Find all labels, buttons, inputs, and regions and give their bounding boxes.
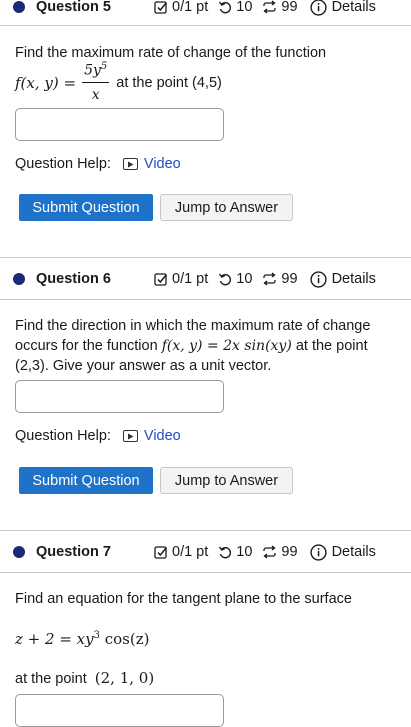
point-value: (2, 1, 0) xyxy=(94,669,155,687)
answer-input[interactable] xyxy=(15,108,224,141)
question-meta: 0/1 pt 10 99 Details xyxy=(154,0,376,16)
divider xyxy=(0,572,411,573)
submissions-indicator: 99 xyxy=(262,0,298,15)
fraction-denominator: x xyxy=(91,86,100,103)
question-title: Question 6 xyxy=(36,271,111,287)
question-status-dot xyxy=(13,1,25,13)
tries-text: 10 xyxy=(236,544,253,560)
submissions-text: 99 xyxy=(281,271,298,287)
help-label: Question Help: xyxy=(15,156,111,172)
surface-equation: z + 2 = xy3 cos(z) xyxy=(15,626,399,650)
divider xyxy=(0,530,411,531)
video-label: Video xyxy=(143,428,181,444)
points-text: 0/1 pt xyxy=(172,544,209,560)
details-link[interactable]: Details xyxy=(309,0,376,16)
tries-indicator: 10 xyxy=(218,0,252,15)
video-link[interactable]: Video xyxy=(122,428,181,444)
numerator-exponent: 5 xyxy=(100,61,108,73)
question-help: Question Help: Video xyxy=(15,428,181,444)
video-link[interactable]: Video xyxy=(122,156,181,172)
info-icon xyxy=(309,270,327,288)
checkbox-icon xyxy=(154,273,168,286)
question-title: Question 7 xyxy=(36,544,111,560)
question-status-dot xyxy=(13,546,25,558)
point-text: at the point (4,5) xyxy=(116,75,222,91)
tries-indicator: 10 xyxy=(218,271,252,287)
info-icon xyxy=(309,0,327,16)
function-label: f(x, y) = xyxy=(15,74,77,92)
retry-icon xyxy=(263,0,277,14)
question-5-header: Question 5 0/1 pt 10 99 Details xyxy=(0,0,411,24)
details-link[interactable]: Details xyxy=(309,270,376,288)
equation-cos: cos(z) xyxy=(99,630,150,648)
point-line: at the point (2, 1, 0) xyxy=(15,668,399,689)
play-icon xyxy=(122,430,138,442)
details-label: Details xyxy=(331,0,376,15)
submissions-text: 99 xyxy=(281,0,298,15)
question-status-dot xyxy=(13,273,25,285)
submissions-text: 99 xyxy=(281,544,298,560)
numerator-text: 5y xyxy=(84,62,101,79)
help-label: Question Help: xyxy=(15,428,111,444)
details-label: Details xyxy=(331,544,376,560)
question-text: Find the direction in which the maximum … xyxy=(15,316,399,376)
submit-question-button[interactable]: Submit Question xyxy=(19,467,153,494)
question-6-header: Question 6 0/1 pt 10 99 Details xyxy=(0,262,411,296)
fraction: 5y5 x xyxy=(82,57,110,105)
divider xyxy=(0,299,411,300)
answer-input[interactable] xyxy=(15,380,224,413)
jump-to-answer-button[interactable]: Jump to Answer xyxy=(160,194,293,221)
question-text: Find an equation for the tangent plane t… xyxy=(15,591,352,607)
undo-icon xyxy=(219,1,232,14)
points-indicator: 0/1 pt xyxy=(154,544,208,560)
tries-text: 10 xyxy=(236,0,253,15)
points-indicator: 0/1 pt xyxy=(154,271,208,287)
retry-icon xyxy=(263,272,277,286)
submit-question-button[interactable]: Submit Question xyxy=(19,194,153,221)
equation-lhs: z + 2 = xy xyxy=(15,630,94,648)
video-label: Video xyxy=(143,156,181,172)
info-icon xyxy=(309,543,327,561)
checkbox-icon xyxy=(154,546,168,559)
details-link[interactable]: Details xyxy=(309,543,376,561)
divider xyxy=(0,25,411,26)
divider xyxy=(0,257,411,258)
tries-indicator: 10 xyxy=(218,544,252,560)
question-7-header: Question 7 0/1 pt 10 99 Details xyxy=(0,535,411,569)
play-icon xyxy=(122,158,138,170)
points-text: 0/1 pt xyxy=(172,271,209,287)
undo-icon xyxy=(219,273,232,286)
question-help: Question Help: Video xyxy=(15,156,181,172)
question-text: Find the maximum rate of change of the f… xyxy=(15,45,327,61)
details-label: Details xyxy=(331,271,376,287)
answer-input[interactable] xyxy=(15,694,224,727)
checkbox-icon xyxy=(154,1,168,14)
function-formula: f(x, y) = 2x sin(xy) xyxy=(161,338,292,354)
points-indicator: 0/1 pt xyxy=(154,0,208,15)
question-meta: 0/1 pt 10 99 Details xyxy=(154,270,376,288)
submissions-indicator: 99 xyxy=(262,544,298,560)
undo-icon xyxy=(219,546,232,559)
question-title: Question 5 xyxy=(36,0,111,15)
jump-to-answer-button[interactable]: Jump to Answer xyxy=(160,467,293,494)
retry-icon xyxy=(263,545,277,559)
point-label: at the point xyxy=(15,671,87,687)
question-formula-line: f(x, y) = 5y5 x at the point (4,5) xyxy=(15,61,399,103)
tries-text: 10 xyxy=(236,271,253,287)
fraction-numerator: 5y5 xyxy=(82,57,110,83)
points-text: 0/1 pt xyxy=(172,0,209,15)
question-meta: 0/1 pt 10 99 Details xyxy=(154,543,376,561)
submissions-indicator: 99 xyxy=(262,271,298,287)
